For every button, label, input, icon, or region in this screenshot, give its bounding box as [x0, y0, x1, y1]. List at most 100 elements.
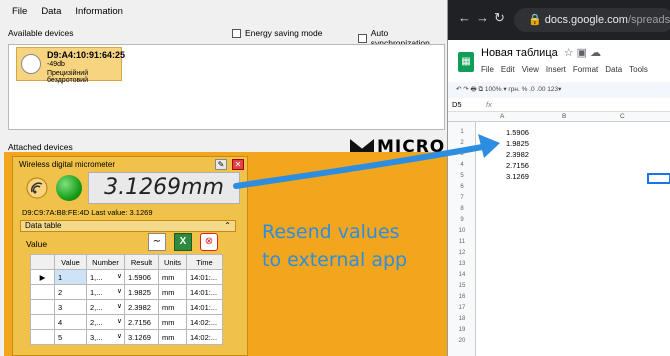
row-number[interactable]: 4	[448, 162, 476, 168]
units-cell[interactable]: mm	[158, 314, 187, 330]
menu-information[interactable]: Information	[75, 6, 123, 17]
excel-icon[interactable]: X	[174, 233, 192, 251]
number-cell[interactable]: 2,... ∨	[86, 299, 125, 315]
row-number[interactable]: 5	[448, 173, 476, 179]
menu-insert[interactable]: Insert	[546, 65, 566, 74]
menu-data[interactable]: Data	[605, 65, 622, 74]
number-cell[interactable]: 3,... ∨	[86, 329, 125, 345]
available-device-card[interactable]: D9:A4:10:91:64:25 -49db Прецизійний безд…	[16, 47, 125, 84]
table-row[interactable]: 5 3,... ∨ 3.1269 mm 14:02:...	[30, 329, 223, 345]
dropdown-chevron-icon[interactable]: ∨	[117, 272, 122, 280]
dropdown-chevron-icon[interactable]: ∨	[117, 332, 122, 340]
row-number[interactable]: 10	[448, 228, 476, 234]
column-header-c[interactable]: C	[620, 113, 625, 120]
table-row[interactable]: 3 2,... ∨ 2.3982 mm 14:01:...	[30, 299, 223, 315]
checkbox-box[interactable]	[232, 28, 241, 38]
row-number[interactable]: 17	[448, 305, 476, 311]
units-cell[interactable]: mm	[158, 299, 187, 315]
menu-tools[interactable]: Tools	[629, 65, 648, 74]
time-cell[interactable]: 14:01:...	[186, 269, 223, 285]
time-cell[interactable]: 14:01:...	[186, 299, 223, 315]
column-header-b[interactable]: B	[562, 113, 566, 120]
column-header-a[interactable]: A	[500, 113, 504, 120]
result-cell[interactable]: 2.7156	[124, 314, 159, 330]
lock-icon: 🔒	[528, 14, 545, 26]
sheet-cell-a1[interactable]: 1.5906	[506, 128, 529, 137]
address-bar[interactable]: 🔒 docs.google.com/spreadshe	[514, 8, 670, 32]
stop-icon[interactable]: ⊗	[200, 233, 218, 251]
row-number[interactable]: 6	[448, 184, 476, 190]
menu-data[interactable]: Data	[41, 6, 61, 17]
row-number[interactable]: 11	[448, 239, 476, 245]
forward-arrow-icon[interactable]: →	[476, 10, 489, 25]
undo-redo-print-icon[interactable]: ↶ ↷ 🖶 ⧉	[456, 86, 485, 93]
available-devices-label: Available devices	[8, 28, 74, 38]
row-number[interactable]: 9	[448, 217, 476, 223]
dropdown-chevron-icon[interactable]: ∨	[117, 302, 122, 310]
data-table-header[interactable]: Data table ⌃	[20, 220, 236, 232]
row-number[interactable]: 7	[448, 195, 476, 201]
time-cell[interactable]: 14:01:...	[186, 284, 223, 300]
number-cell[interactable]: 2,... ∨	[86, 314, 125, 330]
toolbar-controls[interactable]: 100% ▾ грн. % .0 .00 123▾	[485, 86, 561, 93]
row-number[interactable]: 3	[448, 151, 476, 157]
number-cell[interactable]: 1,... ∨	[86, 269, 125, 285]
menu-edit[interactable]: Edit	[501, 65, 515, 74]
value-cell[interactable]: 2	[54, 284, 87, 300]
row-number[interactable]: 14	[448, 272, 476, 278]
result-cell[interactable]: 2.3982	[124, 299, 159, 315]
reload-icon[interactable]: ↻	[494, 10, 505, 26]
value-cell[interactable]: 4	[54, 314, 87, 330]
table-row[interactable]: 2 1,... ∨ 1.9825 mm 14:01:...	[30, 284, 223, 300]
row-number[interactable]: 18	[448, 316, 476, 322]
collapse-chevron-icon[interactable]: ⌃	[224, 221, 231, 231]
sheet-cell-a3[interactable]: 2.3982	[506, 150, 529, 159]
menu-file[interactable]: File	[481, 65, 494, 74]
result-cell[interactable]: 1.9825	[124, 284, 159, 300]
value-cell[interactable]: 3	[54, 299, 87, 315]
row-number[interactable]: 1	[448, 129, 476, 135]
row-number[interactable]: 15	[448, 283, 476, 289]
row-number[interactable]: 20	[448, 338, 476, 344]
sheet-cell-a5[interactable]: 3.1269	[506, 172, 529, 181]
row-number[interactable]: 2	[448, 140, 476, 146]
dropdown-chevron-icon[interactable]: ∨	[117, 287, 122, 295]
row-number[interactable]: 12	[448, 250, 476, 256]
google-sheets-icon[interactable]: ▦	[458, 52, 474, 72]
pin-icon[interactable]: ✎	[215, 159, 227, 170]
units-cell[interactable]: mm	[158, 284, 187, 300]
checkbox-box[interactable]	[358, 33, 367, 43]
menu-file[interactable]: File	[12, 6, 27, 17]
units-cell[interactable]: mm	[158, 329, 187, 345]
time-cell[interactable]: 14:02:...	[186, 314, 223, 330]
row-number[interactable]: 13	[448, 261, 476, 267]
table-row[interactable]: ▶ 1 1,... ∨ 1.5906 mm 14:01:...	[30, 269, 223, 285]
selected-cell-d5[interactable]	[647, 173, 670, 184]
sheet-cell-a2[interactable]: 1.9825	[506, 139, 529, 148]
back-arrow-icon[interactable]: ←	[458, 10, 471, 25]
document-title-text[interactable]: Новая таблица	[481, 47, 558, 59]
row-number[interactable]: 19	[448, 327, 476, 333]
time-cell[interactable]: 14:02:...	[186, 329, 223, 345]
dropdown-chevron-icon[interactable]: ∨	[117, 317, 122, 325]
close-icon[interactable]: ✕	[232, 159, 244, 170]
value-cell[interactable]: 1	[54, 269, 87, 285]
star-icon[interactable]: ☆ ▣ ☁	[564, 47, 601, 59]
result-cell[interactable]: 3.1269	[124, 329, 159, 345]
value-cell[interactable]: 5	[54, 329, 87, 345]
row-number[interactable]: 16	[448, 294, 476, 300]
number-cell[interactable]: 1,... ∨	[86, 284, 125, 300]
row-number[interactable]: 8	[448, 206, 476, 212]
menu-view[interactable]: View	[522, 65, 539, 74]
result-cell[interactable]: 1.5906	[124, 269, 159, 285]
data-table-label: Data table	[25, 221, 62, 230]
graph-icon[interactable]: ∼	[148, 233, 166, 251]
document-title[interactable]: Новая таблица ☆ ▣ ☁	[481, 46, 601, 59]
sheet-cell-a4[interactable]: 2.7156	[506, 161, 529, 170]
cell-reference[interactable]: D5	[452, 98, 462, 112]
table-row[interactable]: 4 2,... ∨ 2.7156 mm 14:02:...	[30, 314, 223, 330]
menu-format[interactable]: Format	[573, 65, 598, 74]
energy-saving-checkbox[interactable]: Energy saving mode	[232, 28, 323, 38]
column-header: Result	[124, 254, 159, 270]
units-cell[interactable]: mm	[158, 269, 187, 285]
